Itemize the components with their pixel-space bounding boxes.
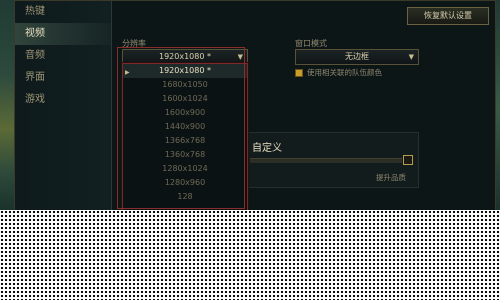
resolution-option[interactable]: 1280x960: [123, 176, 247, 190]
custom-panel-title: 自定义: [252, 143, 282, 154]
resolution-option[interactable]: 1680x1050: [123, 78, 247, 92]
quality-slider-handle[interactable]: [403, 155, 413, 165]
colorblind-checkbox[interactable]: [295, 69, 303, 77]
sidebar-item-video[interactable]: 视频: [15, 23, 111, 45]
settings-window: 热键 视频 音频 界面 游戏 恢复默认设置 分辨率 1920x1080 * ▼ …: [14, 0, 496, 217]
chevron-down-icon: ▼: [408, 53, 414, 61]
resolution-option[interactable]: 1360x768: [123, 148, 247, 162]
sidebar: 热键 视频 音频 界面 游戏: [15, 1, 112, 216]
sidebar-item-audio[interactable]: 音频: [15, 45, 111, 67]
resolution-option[interactable]: 1280x1024: [123, 162, 247, 176]
resolution-option[interactable]: 128: [123, 190, 247, 204]
resolution-option[interactable]: 1920x1080 *: [123, 64, 247, 78]
colorblind-label: 使用相关联的队伍颜色: [307, 68, 382, 77]
selected-marker-icon: ▶: [125, 69, 130, 76]
sidebar-item-game[interactable]: 游戏: [15, 89, 111, 111]
improve-quality-link[interactable]: 提升品质: [376, 172, 406, 183]
chevron-down-icon: ▼: [237, 53, 243, 61]
sidebar-item-hotkeys[interactable]: 热键: [15, 1, 111, 23]
resolution-option[interactable]: 1600x900: [123, 106, 247, 120]
resolution-label: 分辨率: [122, 39, 146, 48]
window-mode-value: 无边框: [345, 52, 369, 61]
restore-defaults-button[interactable]: 恢复默认设置: [407, 7, 489, 25]
quality-slider-track[interactable]: [250, 158, 402, 163]
resolution-option[interactable]: 1600x1024: [123, 92, 247, 106]
resolution-option[interactable]: 1366x768: [123, 134, 247, 148]
window-mode-label: 窗口模式: [295, 39, 327, 48]
resolution-dropdown-list: ▶ 1920x1080 * 1680x1050 1600x1024 1600x9…: [122, 63, 248, 213]
resolution-option[interactable]: 1440x900: [123, 120, 247, 134]
halftone-overlay: [0, 210, 500, 300]
window-mode-select[interactable]: 无边框 ▼: [295, 49, 419, 65]
custom-quality-panel: 自定义 提升品质: [247, 132, 419, 188]
resolution-value: 1920x1080 *: [159, 52, 211, 61]
sidebar-item-interface[interactable]: 界面: [15, 67, 111, 89]
colorblind-option[interactable]: 使用相关联的队伍颜色: [295, 67, 382, 78]
